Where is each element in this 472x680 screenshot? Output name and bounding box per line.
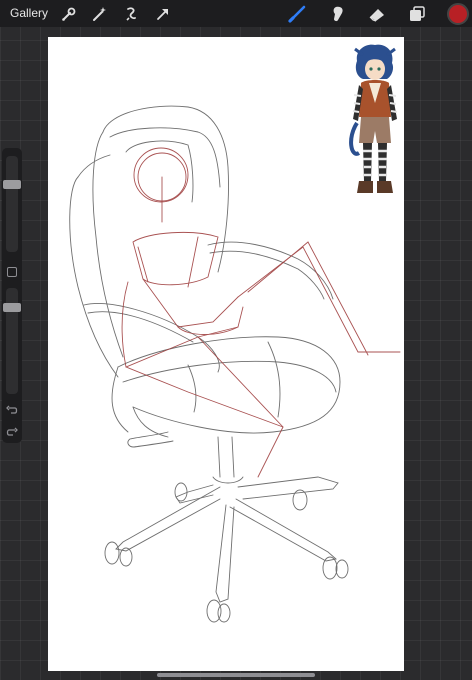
brush-opacity-slider[interactable] — [3, 288, 21, 394]
home-indicator[interactable] — [157, 673, 315, 677]
color-swatch-button[interactable] — [447, 3, 469, 25]
eraser-icon[interactable] — [366, 3, 388, 25]
brush-size-slider-thumb[interactable] — [3, 180, 21, 189]
character-reference-image — [349, 44, 398, 193]
brush-size-slider[interactable] — [3, 156, 21, 252]
redo-icon[interactable] — [6, 425, 18, 437]
brush-opacity-slider-thumb[interactable] — [3, 303, 21, 312]
layers-icon[interactable] — [406, 3, 428, 25]
brush-sidebar — [2, 148, 22, 443]
selection-icon[interactable] — [120, 3, 142, 25]
wrench-icon[interactable] — [57, 3, 79, 25]
magic-wand-icon[interactable] — [88, 3, 110, 25]
modify-square-icon[interactable] — [7, 267, 17, 277]
undo-icon[interactable] — [6, 403, 18, 415]
transform-arrow-icon[interactable] — [152, 3, 174, 25]
gallery-button[interactable]: Gallery — [10, 6, 48, 20]
drawing-canvas[interactable] — [48, 37, 404, 671]
smudge-icon[interactable] — [327, 3, 349, 25]
top-toolbar: Gallery — [0, 0, 472, 27]
brush-icon[interactable] — [286, 3, 308, 25]
